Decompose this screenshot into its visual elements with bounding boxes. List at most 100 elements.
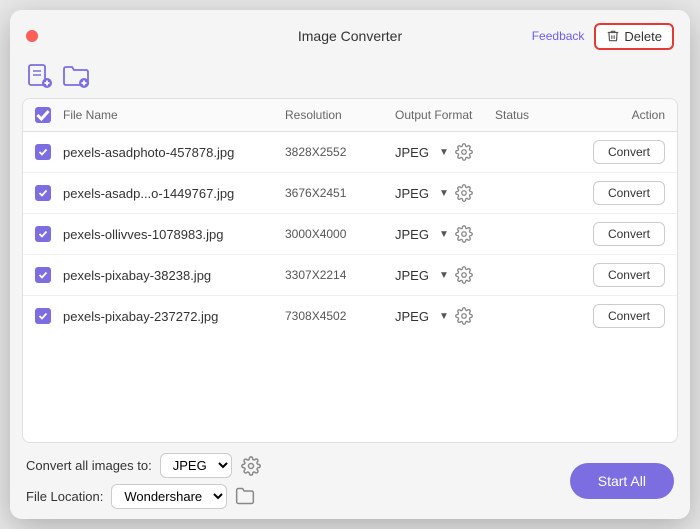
resolution-cell: 3676X2451 <box>285 186 395 200</box>
row-format-select-4[interactable]: JPEGPNGBMPTIFF <box>395 309 443 324</box>
table-row: pexels-pixabay-237272.jpg 7308X4502 JPEG… <box>23 296 677 336</box>
filename-cell: pexels-pixabay-237272.jpg <box>63 309 285 324</box>
resolution-cell: 3307X2214 <box>285 268 395 282</box>
start-all-button[interactable]: Start All <box>570 463 674 499</box>
close-button[interactable] <box>26 30 38 42</box>
add-file-button[interactable] <box>26 62 54 90</box>
row-format-select-2[interactable]: JPEGPNGBMPTIFF <box>395 227 443 242</box>
footer-left: Convert all images to: JPEG PNG BMP TIFF… <box>26 453 262 509</box>
table-row: pexels-asadphoto-457878.jpg 3828X2552 JP… <box>23 132 677 173</box>
main-window: Image Converter Feedback Delete <box>10 10 690 519</box>
check-icon <box>35 107 51 123</box>
resolution-cell: 7308X4502 <box>285 309 395 323</box>
row-settings-icon-3[interactable] <box>453 264 475 286</box>
table-row: pexels-ollivves-1078983.jpg 3000X4000 JP… <box>23 214 677 255</box>
table-row: pexels-pixabay-38238.jpg 3307X2214 JPEGP… <box>23 255 677 296</box>
delete-label: Delete <box>624 29 662 44</box>
dropdown-arrow: ▼ <box>439 147 449 158</box>
location-select[interactable]: Wondershare Custom <box>111 484 227 509</box>
header-status: Status <box>495 108 575 122</box>
filename-cell: pexels-asadphoto-457878.jpg <box>63 145 285 160</box>
open-folder-icon <box>235 486 255 506</box>
toolbar <box>10 58 690 98</box>
footer: Convert all images to: JPEG PNG BMP TIFF… <box>10 443 690 519</box>
format-cell: JPEGPNGBMPTIFF ▼ <box>395 223 495 245</box>
row-checkbox-3[interactable] <box>35 267 51 283</box>
resolution-cell: 3828X2552 <box>285 145 395 159</box>
convert-button-4[interactable]: Convert <box>593 304 665 328</box>
header-filename: File Name <box>63 108 285 122</box>
delete-button[interactable]: Delete <box>594 23 674 50</box>
header-action: Action <box>575 108 665 122</box>
row-checkbox-1[interactable] <box>35 185 51 201</box>
trash-icon <box>606 29 620 43</box>
traffic-lights <box>26 30 38 42</box>
dropdown-arrow: ▼ <box>439 229 449 240</box>
window-title: Image Converter <box>298 28 402 44</box>
format-cell: JPEGPNGBMPTIFF ▼ <box>395 141 495 163</box>
feedback-link[interactable]: Feedback <box>532 29 585 43</box>
row-checkbox-cell <box>35 185 63 201</box>
dropdown-arrow: ▼ <box>439 311 449 322</box>
format-settings-icon[interactable] <box>240 455 262 477</box>
row-format-select-1[interactable]: JPEGPNGBMPTIFF <box>395 186 443 201</box>
convert-all-label: Convert all images to: <box>26 458 152 473</box>
row-settings-icon-4[interactable] <box>453 305 475 327</box>
row-settings-icon-2[interactable] <box>453 223 475 245</box>
filename-cell: pexels-asadp...o-1449767.jpg <box>63 186 285 201</box>
header-format: Output Format <box>395 108 495 122</box>
titlebar-right: Feedback Delete <box>532 23 674 50</box>
action-cell: Convert <box>575 222 665 246</box>
row-format-select-3[interactable]: JPEGPNGBMPTIFF <box>395 268 443 283</box>
row-checkbox-cell <box>35 308 63 324</box>
filename-cell: pexels-ollivves-1078983.jpg <box>63 227 285 242</box>
select-all-checkbox[interactable] <box>35 107 51 123</box>
gear-icon <box>241 456 261 476</box>
convert-button-1[interactable]: Convert <box>593 181 665 205</box>
check-icon <box>38 270 48 280</box>
format-cell: JPEGPNGBMPTIFF ▼ <box>395 182 495 204</box>
file-table: File Name Resolution Output Format Statu… <box>22 98 678 443</box>
row-format-select-0[interactable]: JPEGPNGBMPTIFF <box>395 145 443 160</box>
row-checkbox-4[interactable] <box>35 308 51 324</box>
check-icon <box>38 188 48 198</box>
titlebar: Image Converter Feedback Delete <box>10 10 690 58</box>
row-checkbox-cell <box>35 226 63 242</box>
row-settings-icon-1[interactable] <box>453 182 475 204</box>
check-icon <box>38 147 48 157</box>
format-cell: JPEGPNGBMPTIFF ▼ <box>395 264 495 286</box>
format-select[interactable]: JPEG PNG BMP TIFF GIF <box>160 453 232 478</box>
dropdown-arrow: ▼ <box>439 188 449 199</box>
file-location-label: File Location: <box>26 489 103 504</box>
header-resolution: Resolution <box>285 108 395 122</box>
filename-cell: pexels-pixabay-38238.jpg <box>63 268 285 283</box>
convert-button-3[interactable]: Convert <box>593 263 665 287</box>
add-folder-button[interactable] <box>62 62 90 90</box>
convert-all-row: Convert all images to: JPEG PNG BMP TIFF… <box>26 453 262 478</box>
convert-button-2[interactable]: Convert <box>593 222 665 246</box>
row-checkbox-cell <box>35 267 63 283</box>
row-checkbox-2[interactable] <box>35 226 51 242</box>
convert-button-0[interactable]: Convert <box>593 140 665 164</box>
gear-icon <box>455 225 473 243</box>
action-cell: Convert <box>575 181 665 205</box>
row-settings-icon-0[interactable] <box>453 141 475 163</box>
table-header: File Name Resolution Output Format Statu… <box>23 99 677 132</box>
header-checkbox-cell <box>35 107 63 123</box>
titlebar-left <box>26 30 38 42</box>
file-location-row: File Location: Wondershare Custom <box>26 484 262 509</box>
row-checkbox-cell <box>35 144 63 160</box>
gear-icon <box>455 143 473 161</box>
folder-icon[interactable] <box>235 486 257 508</box>
action-cell: Convert <box>575 263 665 287</box>
row-checkbox-0[interactable] <box>35 144 51 160</box>
dropdown-arrow: ▼ <box>439 270 449 281</box>
add-file-icon <box>27 63 53 89</box>
resolution-cell: 3000X4000 <box>285 227 395 241</box>
format-cell: JPEGPNGBMPTIFF ▼ <box>395 305 495 327</box>
table-body: pexels-asadphoto-457878.jpg 3828X2552 JP… <box>23 132 677 336</box>
action-cell: Convert <box>575 140 665 164</box>
action-cell: Convert <box>575 304 665 328</box>
gear-icon <box>455 184 473 202</box>
table-row: pexels-asadp...o-1449767.jpg 3676X2451 J… <box>23 173 677 214</box>
